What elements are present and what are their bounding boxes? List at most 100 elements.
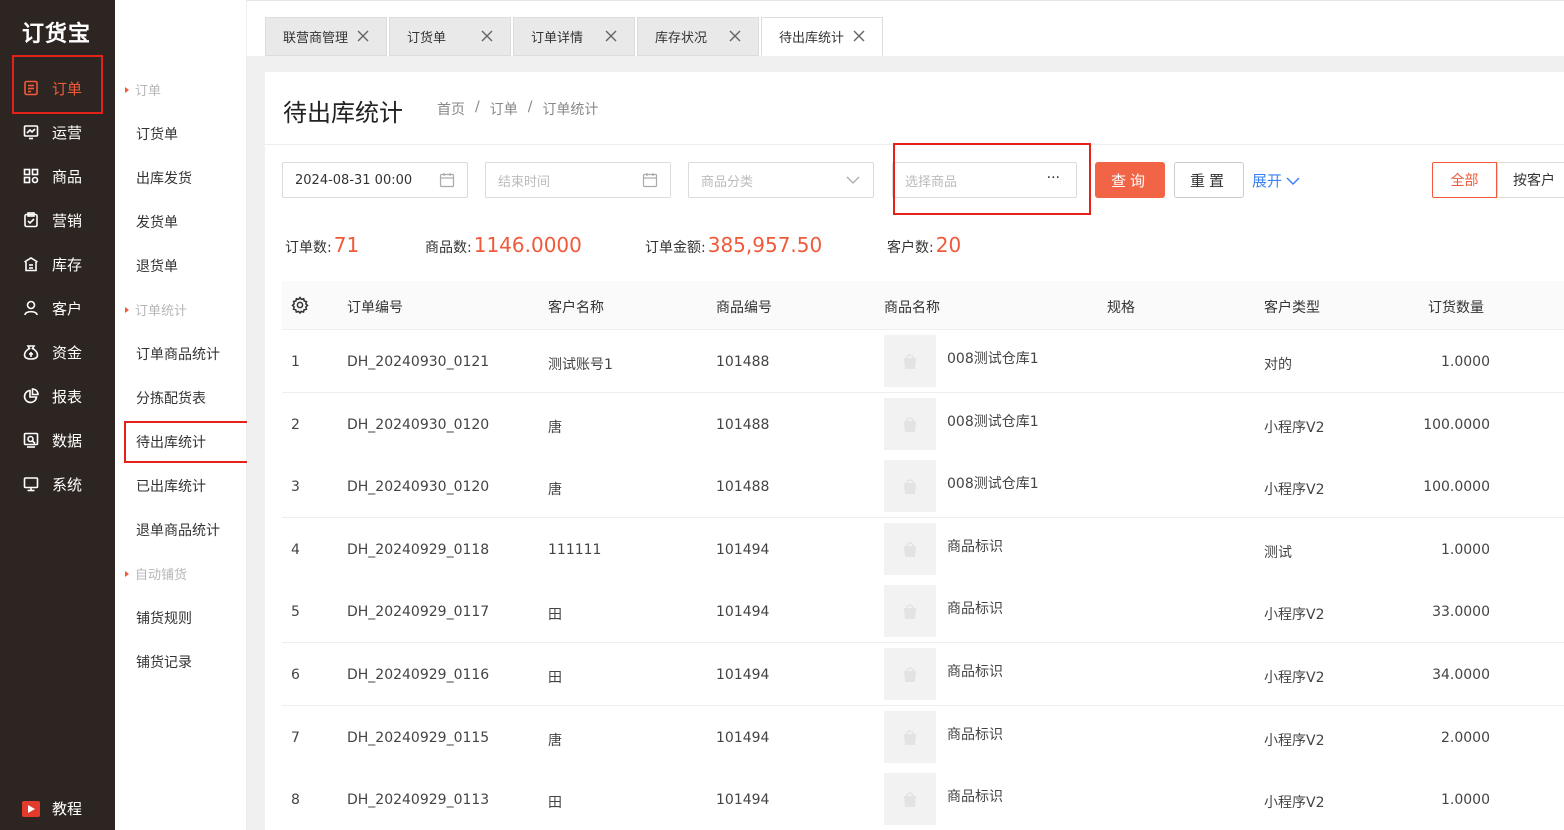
customer-name: 田	[548, 670, 562, 686]
submenu-item-picking-table[interactable]: 分拣配货表	[136, 388, 206, 408]
column-header-spec: 规格	[1107, 300, 1135, 316]
submenu-group-order: 订单	[125, 80, 161, 99]
nav-item-customer[interactable]: 客户	[0, 286, 115, 330]
nav-item-label: 库存	[52, 255, 83, 274]
table-row[interactable]: 2 DH_20240930_0120 唐 101488 008测试仓库1 小程序V2 100…	[282, 392, 1564, 456]
tab-order-detail[interactable]: 订单详情	[513, 17, 635, 56]
close-icon[interactable]	[852, 29, 866, 43]
product-name: 商品标识	[947, 789, 1003, 806]
customer-name: 测试账号1	[548, 357, 613, 373]
order-quantity: 100.0000	[1423, 479, 1490, 496]
submenu-item-outbound-done-stats[interactable]: 已出库统计	[136, 476, 206, 496]
image-placeholder-icon	[904, 604, 916, 620]
order-number[interactable]: DH_20240929_0118	[347, 542, 489, 558]
expand-filters-button[interactable]: 展开	[1252, 170, 1300, 191]
customer-type: 小程序V2	[1264, 607, 1325, 624]
close-icon[interactable]	[604, 29, 618, 43]
submenu-item-return-goods-stats[interactable]: 退单商品统计	[136, 520, 220, 540]
table-row[interactable]: 6 DH_20240929_0116 田 101494 商品标识 小程序V2 34.0000	[282, 643, 1564, 706]
order-quantity: 1.0000	[1441, 541, 1490, 558]
category-select[interactable]: 商品分类	[688, 162, 874, 198]
breadcrumb-order-stats: 订单统计	[542, 102, 599, 118]
product-code: 101488	[716, 416, 770, 433]
customer-type: 小程序V2	[1264, 482, 1325, 499]
nav-item-money[interactable]: 资金	[0, 330, 115, 374]
table-row[interactable]: 5 DH_20240929_0117 田 101494 商品标识 小程序V2 33.0000	[282, 580, 1564, 644]
monitor-icon	[22, 475, 40, 493]
settings-gear-icon[interactable]	[291, 296, 309, 314]
segment-all[interactable]: 全部	[1432, 162, 1497, 198]
nav-item-system[interactable]: 系统	[0, 462, 115, 506]
tab-order-list[interactable]: 订货单	[389, 17, 511, 56]
image-placeholder-icon	[904, 479, 916, 495]
order-number[interactable]: DH_20240930_0120	[347, 417, 489, 433]
close-icon[interactable]	[728, 29, 742, 43]
table-row[interactable]: 8 DH_20240929_0113 田 101494 商品标识 小程序V2 1.0000	[282, 768, 1564, 830]
play-video-icon	[22, 800, 40, 817]
reset-button[interactable]: 重置	[1174, 162, 1244, 198]
column-header-customer: 客户名称	[548, 300, 604, 316]
highlight-box-product-select	[893, 143, 1091, 215]
highlight-box-order-nav	[12, 55, 103, 114]
product-thumbnail	[884, 335, 936, 387]
close-icon[interactable]	[356, 29, 370, 43]
submenu-item-order-goods-stats[interactable]: 订单商品统计	[136, 344, 220, 364]
submenu-item-distribution-records[interactable]: 铺货记录	[136, 652, 192, 672]
segment-by-customer[interactable]: 按客户	[1497, 162, 1564, 198]
nav-item-goods[interactable]: 商品	[0, 154, 115, 198]
nav-item-marketing[interactable]: 营销	[0, 198, 115, 242]
breadcrumb-order[interactable]: 订单	[490, 99, 518, 119]
nav-item-data[interactable]: 数据	[0, 418, 115, 462]
nav-item-label: 报表	[52, 387, 83, 406]
product-name: 008测试仓库1	[947, 413, 1039, 430]
nav-item-tutorial[interactable]: 教程	[22, 798, 82, 819]
order-number[interactable]: DH_20240929_0117	[347, 604, 489, 620]
image-placeholder-icon	[904, 729, 916, 745]
operation-icon	[22, 123, 40, 141]
order-number[interactable]: DH_20240929_0115	[347, 730, 489, 746]
column-header-customer-type: 客户类型	[1264, 300, 1320, 316]
customer-name: 唐	[548, 732, 562, 749]
main-sidebar: 订货宝 订单 运营 商品 营销 库存 客户 资金 报表 数据 系统 教程	[0, 0, 115, 830]
goods-icon	[22, 167, 40, 185]
table-row[interactable]: 4 DH_20240929_0118 111111 101494 商品标识 测试 1.000…	[282, 517, 1564, 581]
table-row[interactable]: 1 DH_20240930_0121 测试账号1 101488 008测试仓库1 对的 1.…	[282, 330, 1564, 393]
table-row[interactable]: 3 DH_20240930_0120 唐 101488 008测试仓库1 小程序V2 100…	[282, 455, 1564, 519]
nav-item-operation[interactable]: 运营	[0, 110, 115, 154]
order-number[interactable]: DH_20240929_0116	[347, 667, 489, 683]
order-quantity: 33.0000	[1432, 604, 1490, 621]
order-number[interactable]: DH_20240929_0113	[347, 792, 489, 808]
tab-partner-management[interactable]: 联营商管理	[265, 17, 387, 56]
nav-item-warehouse[interactable]: 库存	[0, 242, 115, 286]
order-number[interactable]: DH_20240930_0121	[347, 354, 489, 370]
image-placeholder-icon	[904, 542, 916, 557]
product-code: 101494	[716, 729, 770, 746]
end-date-field[interactable]: 结束时间	[485, 162, 671, 198]
submenu-item-order-list[interactable]: 订货单	[136, 124, 178, 144]
product-name: 商品标识	[947, 664, 1003, 680]
breadcrumb-home[interactable]: 首页	[437, 99, 465, 119]
table-row[interactable]: 7 DH_20240929_0115 唐 101494 商品标识 小程序V2 2.0000	[282, 705, 1564, 769]
close-icon[interactable]	[480, 29, 494, 43]
warehouse-icon	[22, 255, 40, 273]
nav-item-report[interactable]: 报表	[0, 374, 115, 418]
submenu-item-delivery-note[interactable]: 发货单	[136, 212, 178, 232]
row-index: 4	[291, 541, 300, 558]
stat-order-amount: 订单金额: 385,957.50	[645, 233, 823, 257]
order-number[interactable]: DH_20240930_0120	[347, 479, 489, 495]
stat-customer-count: 客户数: 20	[887, 233, 962, 257]
tab-inventory-status[interactable]: 库存状况	[637, 17, 759, 56]
app-logo[interactable]: 订货宝	[22, 16, 91, 48]
customer-name: 田	[548, 795, 562, 812]
query-button[interactable]: 查询	[1095, 162, 1165, 198]
column-header-product-name: 商品名称	[884, 300, 940, 316]
customer-type: 小程序V2	[1264, 732, 1325, 749]
submenu-item-distribution-rules[interactable]: 铺货规则	[136, 608, 192, 628]
category-placeholder: 商品分类	[701, 174, 754, 190]
submenu-item-return-order[interactable]: 退货单	[136, 256, 178, 276]
submenu-group-order-stats: 订单统计	[125, 300, 187, 319]
tab-pending-outbound-stats[interactable]: 待出库统计	[761, 17, 883, 56]
start-date-field[interactable]: 2024-08-31 00:00	[282, 162, 468, 198]
submenu-item-outbound-shipping[interactable]: 出库发货	[136, 168, 192, 188]
money-icon	[22, 343, 40, 361]
